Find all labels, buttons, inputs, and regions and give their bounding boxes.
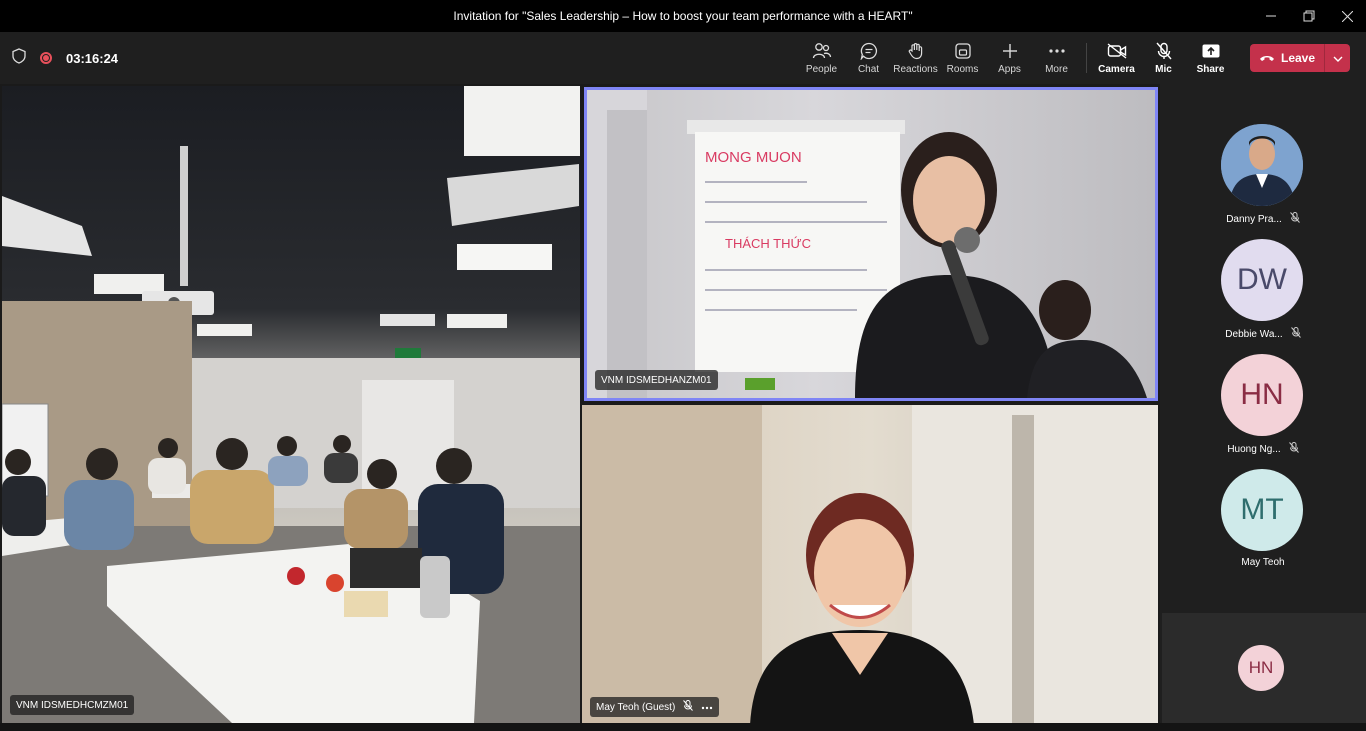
- phone-hangup-icon: [1259, 51, 1275, 65]
- chevron-down-icon: [1333, 49, 1343, 67]
- share-button[interactable]: Share: [1187, 32, 1234, 84]
- leave-options-button[interactable]: [1324, 44, 1350, 72]
- participant-name: May Teoh (Guest): [596, 701, 676, 713]
- video-tile-classroom[interactable]: VNM IDSMEDHCMZM01: [2, 86, 580, 723]
- participant-name-row: May Teoh: [1160, 557, 1366, 568]
- participant-huong[interactable]: HN Huong Ng...: [1160, 354, 1366, 469]
- leave-label: Leave: [1280, 51, 1316, 65]
- self-view[interactable]: HN: [1162, 613, 1366, 723]
- whiteboard-subheading: THÁCH THỨC: [725, 236, 811, 251]
- leave-button-group: Leave: [1250, 44, 1350, 72]
- video-stage: VNM IDSMEDHCMZM01 MONG MUON THÁCH THỨC V…: [0, 84, 1160, 731]
- mic-off-icon: [1290, 327, 1301, 341]
- avatar-initials: MT: [1240, 493, 1284, 526]
- speaker-video-frame: MONG MUON THÁCH THỨC: [587, 90, 1147, 398]
- participant-name-row: Huong Ng...: [1160, 442, 1366, 456]
- recording-indicator-icon: [40, 52, 52, 64]
- avatar: DW: [1221, 239, 1303, 321]
- more-label: More: [1045, 64, 1068, 75]
- toolbar-divider: [1086, 43, 1087, 73]
- rooms-label: Rooms: [946, 64, 979, 75]
- participant-name-row: Danny Pra...: [1160, 212, 1366, 226]
- reactions-label: Reactions: [893, 64, 938, 75]
- guest-video-frame: [582, 405, 1158, 725]
- whiteboard-heading: MONG MUON: [705, 149, 802, 166]
- tile-name-label: VNM IDSMEDHCMZM01: [10, 695, 135, 715]
- plus-icon: [1000, 41, 1020, 61]
- people-button[interactable]: People: [798, 32, 845, 84]
- self-avatar: HN: [1238, 645, 1284, 691]
- participant-name: VNM IDSMEDHANZM01: [601, 374, 712, 386]
- video-tile-speaker[interactable]: MONG MUON THÁCH THỨC VNM IDSMEDHANZM01: [584, 87, 1158, 401]
- chat-icon: [859, 41, 879, 61]
- meeting-timer: 03:16:24: [66, 50, 119, 66]
- window-controls: [1252, 0, 1366, 32]
- participant-name: Huong Ng...: [1227, 443, 1281, 455]
- people-icon: [812, 41, 832, 61]
- window-title: Invitation for "Sales Leadership – How t…: [453, 9, 913, 23]
- avatar: [1221, 124, 1303, 206]
- minimize-button[interactable]: [1252, 0, 1290, 32]
- apps-button[interactable]: Apps: [986, 32, 1033, 84]
- close-icon: [1341, 10, 1353, 22]
- camera-off-icon: [1107, 41, 1127, 61]
- rooms-button[interactable]: Rooms: [939, 32, 986, 84]
- video-tile-may-teoh[interactable]: May Teoh (Guest): [582, 405, 1158, 725]
- avatar: MT: [1221, 469, 1303, 551]
- classroom-video-frame: [2, 86, 580, 723]
- avatar-initials: DW: [1237, 263, 1287, 296]
- camera-label: Camera: [1098, 64, 1135, 75]
- more-button[interactable]: More: [1033, 32, 1080, 84]
- participant-name: May Teoh: [1241, 557, 1285, 568]
- more-icon: [1047, 41, 1067, 61]
- restore-icon: [1303, 10, 1315, 22]
- hand-icon: [906, 41, 926, 61]
- reactions-button[interactable]: Reactions: [892, 32, 939, 84]
- participant-gallery: Danny Pra... DW Debbie Wa... HN Huong Ng…: [1160, 84, 1366, 613]
- tile-name-label: VNM IDSMEDHANZM01: [595, 370, 718, 390]
- participant-name: VNM IDSMEDHCMZM01: [16, 699, 129, 711]
- minimize-icon: [1266, 15, 1276, 17]
- bottom-edge: [0, 723, 1366, 731]
- profile-photo: [1221, 124, 1303, 206]
- participant-name: Debbie Wa...: [1225, 328, 1283, 340]
- meeting-toolbar: 03:16:24 People Chat Reactions Rooms App…: [0, 32, 1366, 84]
- avatar: HN: [1221, 354, 1303, 436]
- share-label: Share: [1196, 64, 1225, 75]
- chat-button[interactable]: Chat: [845, 32, 892, 84]
- camera-button[interactable]: Camera: [1093, 32, 1140, 84]
- people-label: People: [805, 64, 838, 75]
- mic-label: Mic: [1155, 64, 1172, 75]
- participant-danny[interactable]: Danny Pra...: [1160, 124, 1366, 239]
- leave-button[interactable]: Leave: [1250, 44, 1324, 72]
- mic-off-icon: [683, 700, 694, 714]
- avatar-initials: HN: [1248, 658, 1274, 677]
- shield-icon: [12, 47, 26, 69]
- mic-button[interactable]: Mic: [1140, 32, 1187, 84]
- participant-may[interactable]: MT May Teoh: [1160, 469, 1366, 584]
- close-window-button[interactable]: [1328, 0, 1366, 32]
- participant-name-row: Debbie Wa...: [1160, 327, 1366, 341]
- tile-name-label: May Teoh (Guest): [590, 697, 720, 717]
- title-bar: Invitation for "Sales Leadership – How t…: [0, 0, 1366, 32]
- maximize-button[interactable]: [1290, 0, 1328, 32]
- avatar-initials: HN: [1240, 378, 1284, 411]
- participant-name: Danny Pra...: [1226, 213, 1282, 225]
- apps-label: Apps: [998, 64, 1021, 75]
- participant-debbie[interactable]: DW Debbie Wa...: [1160, 239, 1366, 354]
- mic-off-icon: [1154, 41, 1174, 61]
- share-icon: [1201, 41, 1221, 61]
- mic-off-icon: [1288, 442, 1299, 456]
- more-options-icon[interactable]: [701, 702, 713, 713]
- rooms-icon: [953, 41, 973, 61]
- mic-off-icon: [1289, 212, 1300, 226]
- chat-label: Chat: [857, 64, 880, 75]
